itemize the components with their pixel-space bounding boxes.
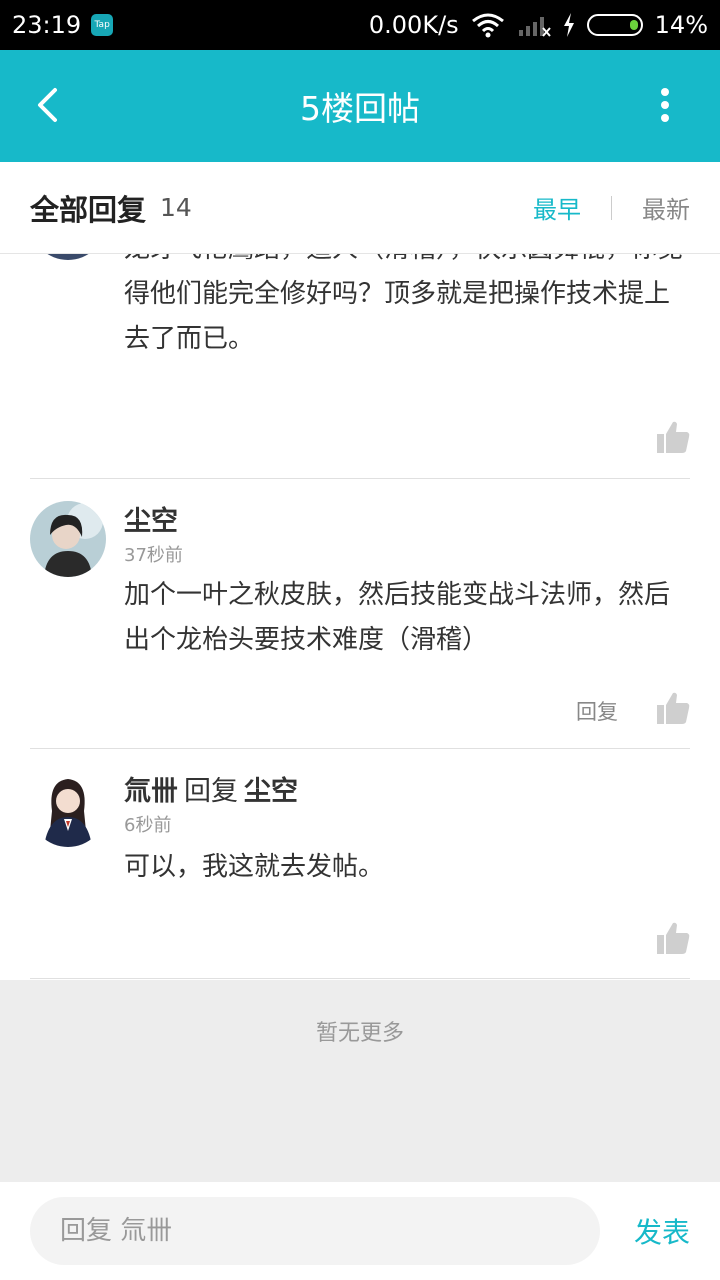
battery-percent: 14% bbox=[654, 11, 708, 39]
network-speed: 0.00K/s bbox=[368, 11, 459, 39]
sort-bar: 全部回复 14 最早 最新 bbox=[0, 162, 720, 254]
app-header: 5楼回帖 bbox=[0, 50, 720, 162]
reply-author[interactable]: 氚卌 回复 尘空 bbox=[124, 769, 298, 808]
avatar-image bbox=[30, 771, 106, 847]
reply-input[interactable] bbox=[30, 1197, 600, 1265]
wifi-icon bbox=[471, 13, 504, 38]
reply-item: 龙牙飞枪鹰踏，追人（滑稽），快乐圆舞棍，你觉得他们能完全修好吗？顶多就是把操作技… bbox=[30, 254, 690, 479]
all-replies-label: 全部回复 bbox=[30, 192, 147, 227]
sort-divider bbox=[611, 195, 612, 220]
thumbs-up-icon[interactable] bbox=[656, 691, 690, 725]
reply-button[interactable]: 回复 bbox=[576, 696, 618, 726]
reply-to-word: 回复 bbox=[184, 776, 238, 807]
battery-icon bbox=[586, 14, 643, 36]
avatar-image bbox=[30, 501, 106, 577]
reply-time: 6秒前 bbox=[124, 815, 172, 836]
avatar[interactable] bbox=[30, 254, 106, 260]
tap-app-icon: Tap bbox=[91, 14, 114, 36]
back-button[interactable] bbox=[22, 80, 72, 130]
more-vertical-icon bbox=[661, 88, 669, 122]
reply-count: 14 bbox=[160, 193, 192, 222]
reply-item: 氚卌 回复 尘空 6秒前 可以，我这就去发帖。 bbox=[30, 749, 690, 979]
reply-body: 加个一叶之秋皮肤，然后技能变战斗法师，然后出个龙枱头要技术难度（滑稽） bbox=[124, 580, 671, 655]
status-bar: 23:19 Tap 0.00K/s 14% bbox=[0, 0, 720, 50]
send-button[interactable]: 发表 bbox=[634, 1211, 690, 1251]
no-more-text: 暂无更多 bbox=[0, 980, 720, 1180]
reply-input-bar: 发表 bbox=[0, 1182, 720, 1280]
avatar[interactable] bbox=[30, 771, 106, 847]
reply-target-name[interactable]: 尘空 bbox=[244, 776, 298, 807]
thumbs-up-icon[interactable] bbox=[656, 921, 690, 955]
sort-latest-tab[interactable]: 最新 bbox=[642, 190, 690, 225]
page-title: 5楼回帖 bbox=[300, 89, 420, 128]
reply-item: 尘空 37秒前 加个一叶之秋皮肤，然后技能变战斗法师，然后出个龙枱头要技术难度（… bbox=[30, 479, 690, 749]
author-name[interactable]: 氚卌 bbox=[124, 776, 178, 807]
signal-icon bbox=[518, 17, 551, 37]
reply-list: 龙牙飞枪鹰踏，追人（滑稽），快乐圆舞棍，你觉得他们能完全修好吗？顶多就是把操作技… bbox=[0, 254, 720, 980]
sort-earliest-tab[interactable]: 最早 bbox=[533, 190, 581, 225]
reply-body: 龙牙飞枪鹰踏，追人（滑稽），快乐圆舞棍，你觉得他们能完全修好吗？顶多就是把操作技… bbox=[124, 254, 683, 354]
reply-author[interactable]: 尘空 bbox=[124, 499, 178, 538]
more-button[interactable] bbox=[640, 80, 690, 130]
charging-icon bbox=[563, 13, 574, 37]
reply-time: 37秒前 bbox=[124, 545, 183, 566]
avatar[interactable] bbox=[30, 501, 106, 577]
reply-body: 可以，我这就去发帖。 bbox=[124, 852, 385, 882]
back-arrow-icon bbox=[38, 88, 57, 122]
status-time: 23:19 bbox=[12, 11, 82, 39]
author-name[interactable]: 尘空 bbox=[124, 506, 178, 537]
thumbs-up-icon[interactable] bbox=[656, 420, 690, 454]
